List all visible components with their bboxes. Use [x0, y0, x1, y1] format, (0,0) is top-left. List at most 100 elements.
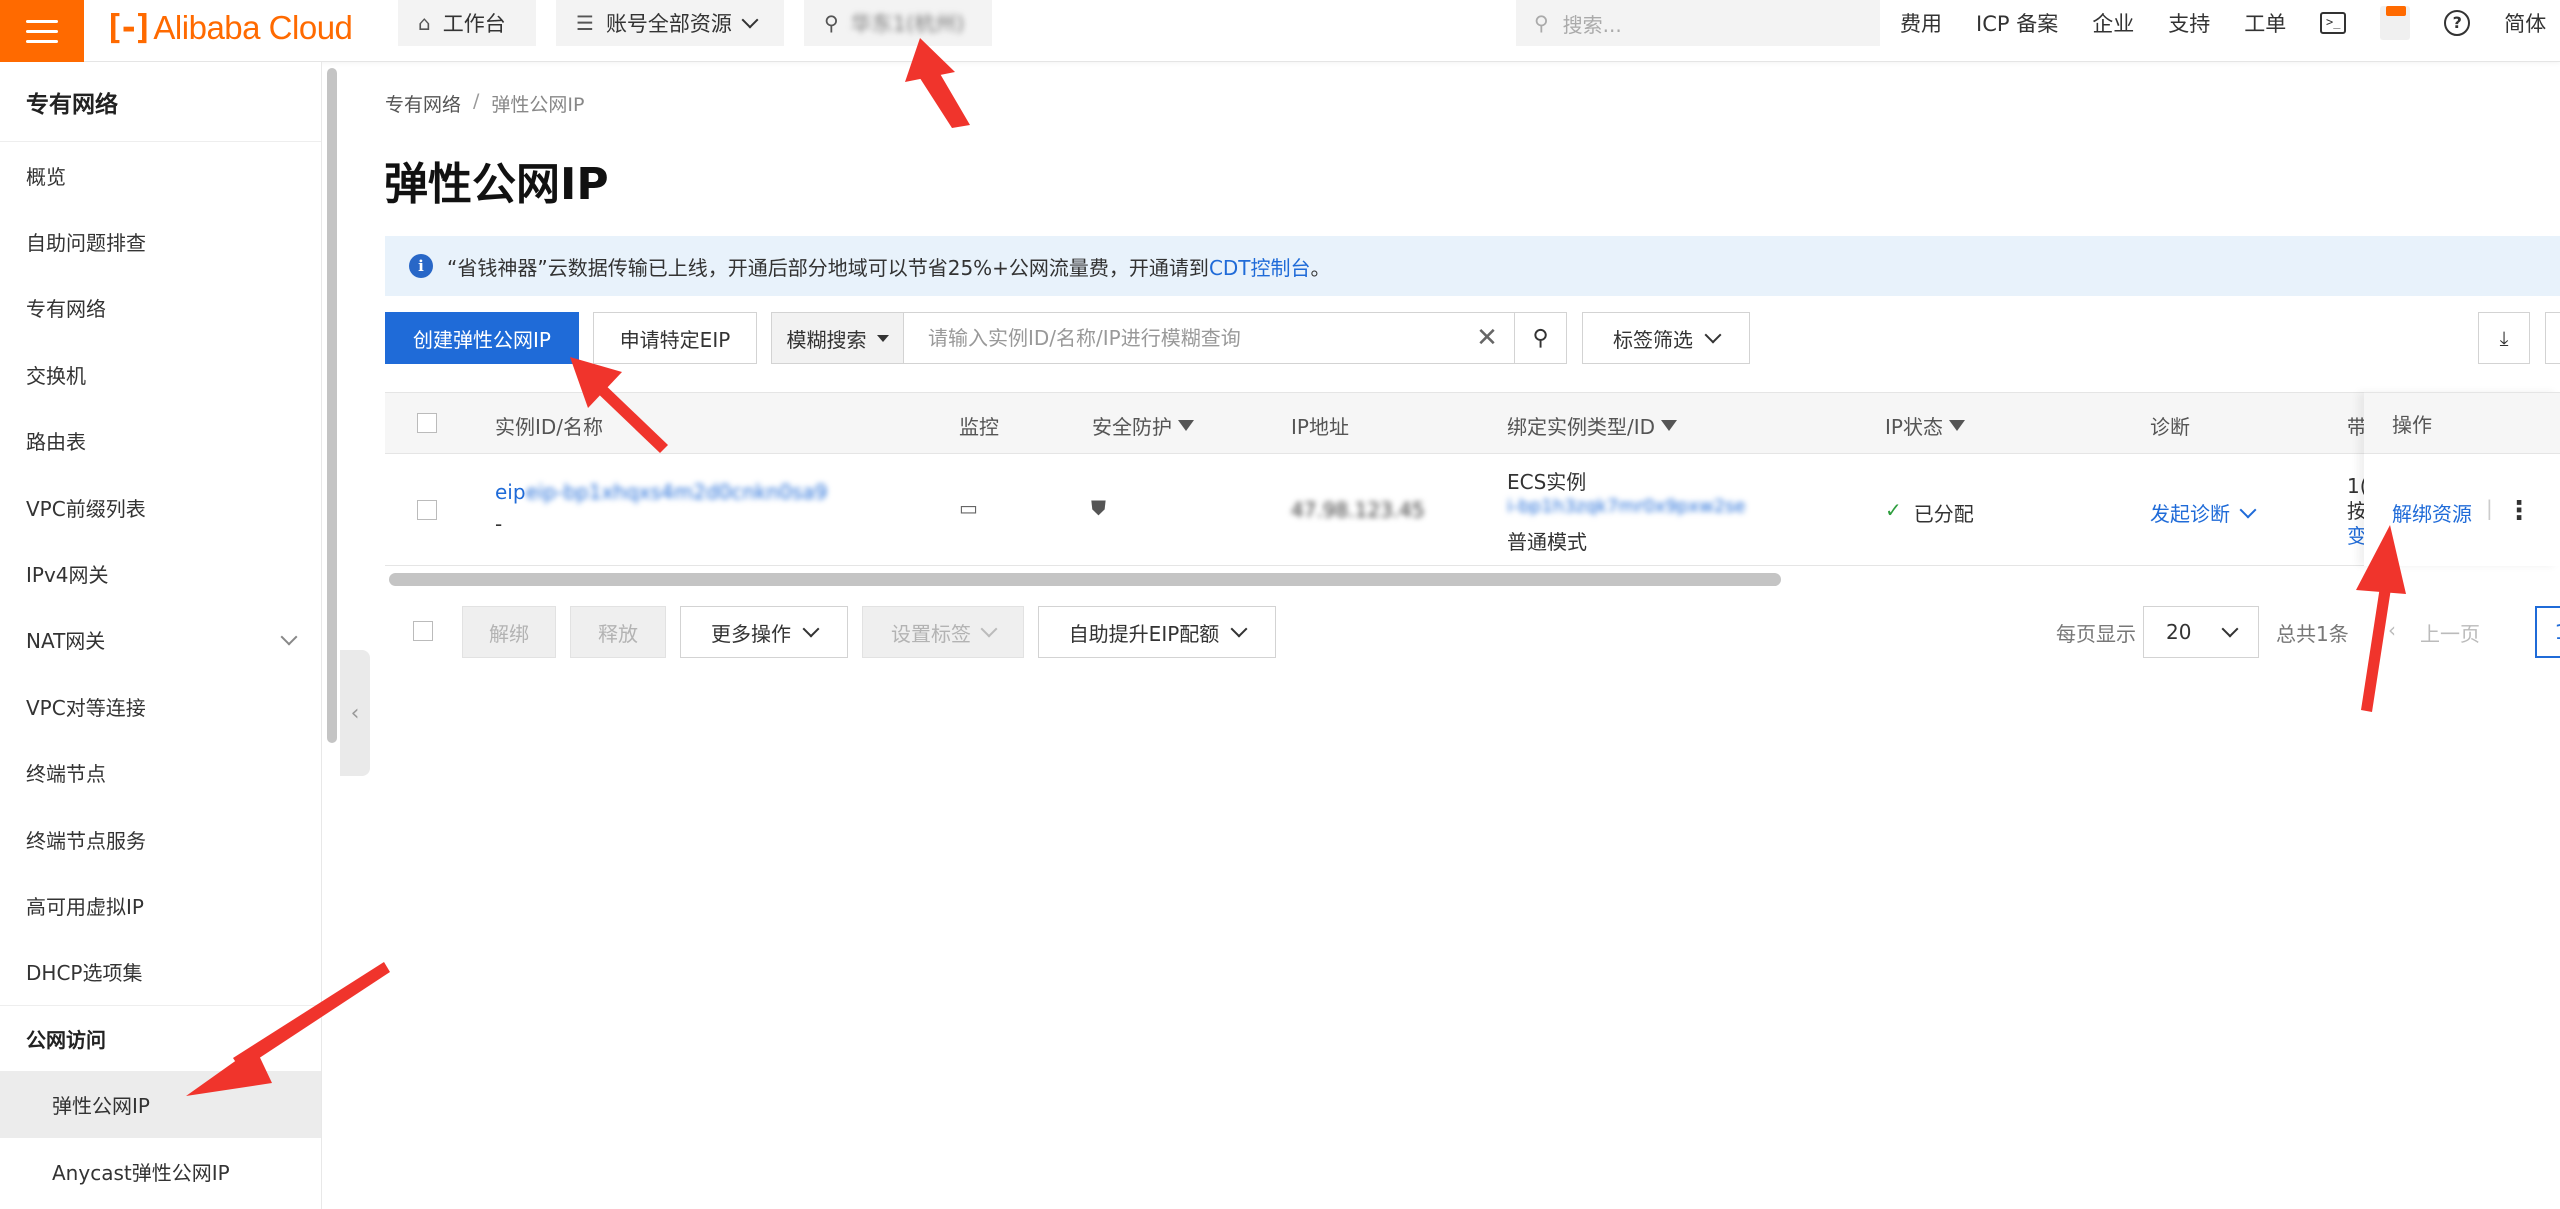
col-ip: IP地址 — [1291, 411, 1349, 440]
sidebar-item-vpc[interactable]: 专有网络 — [0, 275, 321, 341]
info-icon: i — [409, 254, 433, 278]
nav-link-enterprise[interactable]: 企业 — [2092, 8, 2134, 38]
col-operations-label: 操作 — [2364, 392, 2560, 454]
home-icon: ⌂ — [418, 11, 431, 35]
sidebar-collapse-handle[interactable]: ‹ — [340, 650, 370, 776]
page-number-current[interactable]: 1 — [2535, 606, 2560, 658]
tag-filter-dropdown[interactable]: 标签筛选 — [1582, 312, 1750, 364]
sidebar-item-route-table[interactable]: 路由表 — [0, 408, 321, 474]
shield-icon[interactable]: ⛊ — [1091, 496, 1106, 520]
instance-name: - — [495, 512, 503, 536]
workbench-label: 工作台 — [442, 12, 506, 36]
apply-specific-eip-button[interactable]: 申请特定EIP — [593, 312, 757, 364]
chevron-down-icon — [802, 620, 820, 638]
check-icon: ✓ — [1885, 498, 1902, 522]
chevron-down-icon — [980, 620, 998, 638]
increase-quota-dropdown[interactable]: 自助提升EIP配额 — [1038, 606, 1276, 658]
search-button[interactable]: ⚲ — [1514, 313, 1566, 363]
col-status: IP状态 — [1885, 411, 1965, 440]
sidebar-item-endpoint[interactable]: 终端节点 — [0, 740, 321, 806]
settings-button[interactable] — [2545, 312, 2560, 364]
nav-link-icp[interactable]: ICP 备案 — [1976, 8, 2058, 38]
col-status-label: IP状态 — [1885, 415, 1943, 439]
operations-column: 操作 解绑资源 | ⋮ — [2364, 392, 2560, 566]
more-actions-icon[interactable]: ⋮ — [2506, 496, 2532, 526]
sidebar-item-dhcp[interactable]: DHCP选项集 — [0, 939, 321, 1005]
help-icon[interactable]: ? — [2444, 10, 2471, 36]
table-header: 实例ID/名称 监控 安全防护 IP地址 绑定实例类型/ID IP状态 诊断 带 — [385, 392, 2560, 454]
diagnose-dropdown[interactable]: 发起诊断 — [2150, 498, 2257, 527]
region-selector[interactable]: ⚲ 华东1(杭州) — [804, 0, 992, 46]
sidebar-scrollbar[interactable] — [327, 68, 337, 743]
sidebar-item-havip[interactable]: 高可用虚拟IP — [0, 872, 321, 938]
bind-instance-id-link[interactable]: i-bp1h3zqk7mr0x9pxw2se — [1507, 496, 1746, 517]
sidebar-group-public-access[interactable]: 公网访问 — [0, 1005, 321, 1071]
per-page-select[interactable]: 20 — [2143, 606, 2259, 658]
chevron-down-icon — [1230, 620, 1248, 638]
instance-id-link[interactable]: eipeip-bp1xhqxs4m2d0cnkn0sa9 — [495, 480, 827, 504]
unbind-button[interactable]: 解绑 — [462, 606, 556, 658]
sidebar-item-eip[interactable]: 弹性公网IP — [0, 1071, 321, 1138]
row-checkbox[interactable] — [417, 500, 437, 520]
divider: | — [2486, 496, 2493, 520]
search-input[interactable] — [904, 313, 1460, 363]
download-icon: ⤓ — [2499, 326, 2509, 350]
workbench-button[interactable]: ⌂ 工作台 — [398, 0, 536, 46]
cdt-console-link[interactable]: CDT控制台 — [1209, 256, 1311, 280]
global-search[interactable]: ⚲ 搜索... — [1516, 0, 1880, 46]
sidebar-item-anycast-eip[interactable]: Anycast弹性公网IP — [0, 1138, 321, 1204]
breadcrumb-parent[interactable]: 专有网络 — [385, 90, 461, 117]
sidebar-item-ipv4-gateway[interactable]: IPv4网关 — [0, 540, 321, 606]
filter-icon[interactable] — [1178, 420, 1194, 431]
monitor-icon[interactable]: ▭ — [959, 496, 978, 520]
sidebar-item-nat-gateway[interactable]: NAT网关 — [0, 607, 321, 673]
prev-page-button[interactable]: 上一页 — [2420, 618, 2480, 647]
notification-icon[interactable] — [2380, 6, 2411, 40]
menu-icon[interactable] — [0, 0, 84, 62]
unbind-resource-link[interactable]: 解绑资源 — [2392, 498, 2472, 527]
col-monitor: 监控 — [959, 411, 999, 440]
diagnose-label: 发起诊断 — [2150, 502, 2230, 526]
filter-icon[interactable] — [1661, 420, 1678, 431]
logo[interactable]: [-] Alibaba Cloud — [104, 8, 353, 48]
sidebar-item-endpoint-service[interactable]: 终端节点服务 — [0, 806, 321, 872]
sidebar-item-overview[interactable]: 概览 — [0, 142, 321, 208]
table-horizontal-scrollbar[interactable] — [389, 573, 1781, 586]
create-eip-button[interactable]: 创建弹性公网IP — [385, 312, 579, 364]
set-tag-dropdown[interactable]: 设置标签 — [862, 606, 1024, 658]
clear-icon[interactable]: ✕ — [1460, 313, 1514, 363]
filter-icon[interactable] — [1948, 420, 1965, 431]
tag-filter-label: 标签筛选 — [1613, 327, 1693, 352]
language-switch[interactable]: 简体 — [2504, 8, 2546, 38]
search-mode-select[interactable]: 模糊搜索 — [772, 313, 904, 363]
chevron-left-icon: ‹ — [350, 700, 360, 726]
col-instance: 实例ID/名称 — [495, 411, 603, 440]
more-actions-dropdown[interactable]: 更多操作 — [680, 606, 848, 658]
prev-page-icon[interactable]: ‹ — [2388, 618, 2396, 642]
nav-link-ticket[interactable]: 工单 — [2244, 8, 2286, 38]
select-all-checkbox[interactable] — [417, 413, 437, 433]
sidebar-item-troubleshoot[interactable]: 自助问题排查 — [0, 208, 321, 274]
breadcrumb: 专有网络 / 弹性公网IP — [385, 90, 584, 117]
caret-down-icon — [876, 334, 889, 342]
terminal-icon[interactable]: >_ — [2320, 12, 2347, 34]
sidebar-item-prefix-list[interactable]: VPC前缀列表 — [0, 474, 321, 540]
alibaba-logo-mark: [-] — [104, 8, 153, 48]
col-ip-label: IP地址 — [1291, 415, 1349, 439]
increase-quota-label: 自助提升EIP配额 — [1068, 621, 1220, 646]
breadcrumb-separator: / — [473, 90, 480, 112]
more-actions-label: 更多操作 — [711, 621, 791, 646]
download-button[interactable]: ⤓ — [2478, 312, 2530, 364]
sidebar-item-vpc-peering[interactable]: VPC对等连接 — [0, 673, 321, 739]
search-box: 模糊搜索 ✕ ⚲ — [771, 312, 1567, 364]
col-monitor-label: 监控 — [959, 415, 999, 439]
nav-link-fees[interactable]: 费用 — [1900, 8, 1942, 38]
footer-select-all-checkbox[interactable] — [413, 621, 433, 641]
col-security: 安全防护 — [1092, 411, 1194, 440]
release-button[interactable]: 释放 — [570, 606, 666, 658]
sidebar-item-vswitch[interactable]: 交换机 — [0, 341, 321, 407]
col-diagnose-label: 诊断 — [2150, 415, 2190, 439]
resources-dropdown[interactable]: ☰ 账号全部资源 — [556, 0, 784, 46]
sidebar-title: 专有网络 — [0, 62, 321, 142]
nav-link-support[interactable]: 支持 — [2168, 8, 2210, 38]
